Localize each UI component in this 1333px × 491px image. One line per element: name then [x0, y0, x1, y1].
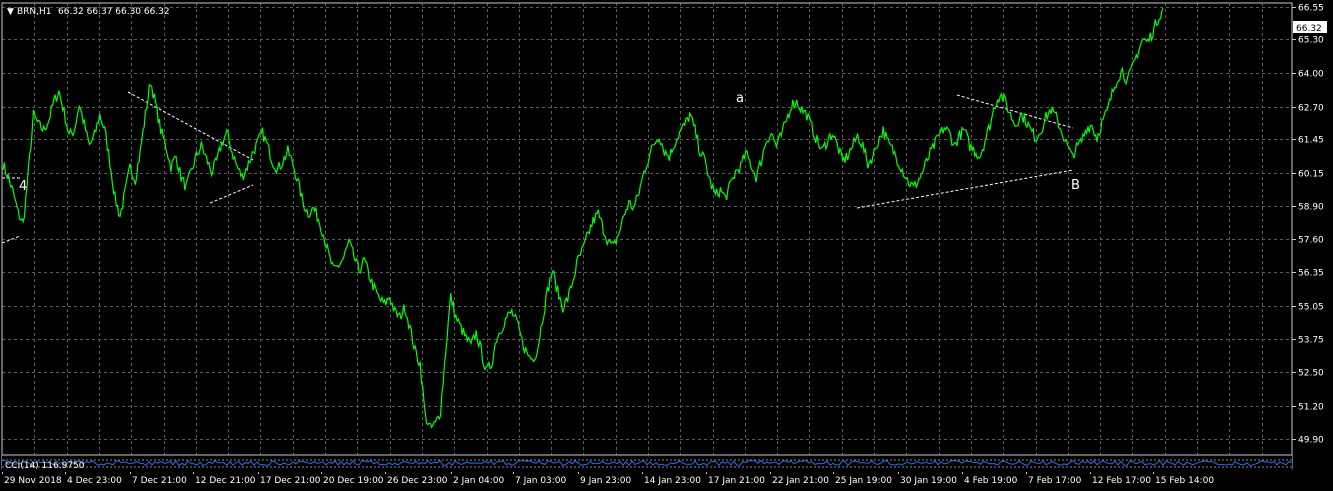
wave-label-a: a	[736, 91, 744, 106]
y-tick-label: 60.15	[1298, 170, 1324, 180]
y-tick-label: 62.70	[1298, 104, 1324, 114]
wave-label-4: 4	[19, 179, 27, 194]
triangle-upper-line-left	[127, 91, 254, 161]
triangle-lower-line-right	[856, 169, 1074, 209]
x-tick-label: 7 Dec 21:00	[132, 476, 187, 486]
symbol-label: BRN,H1	[17, 7, 52, 17]
x-tick-label: 9 Jan 23:00	[580, 476, 632, 486]
x-tick-label: 20 Dec 19:00	[323, 476, 384, 486]
x-tick-label: 14 Jan 23:00	[644, 476, 701, 486]
x-tick-label: 2 Jan 04:00	[453, 476, 505, 486]
x-tick-label: 17 Jan 21:00	[708, 476, 765, 486]
y-tick-label: 65.30	[1298, 36, 1324, 46]
x-tick-label: 4 Feb 19:00	[964, 476, 1018, 486]
y-tick-label: 64.00	[1298, 70, 1324, 80]
triangle-lower-line-left	[209, 184, 254, 204]
y-tick-label: 56.35	[1298, 269, 1324, 279]
y-tick-label: 52.50	[1298, 369, 1324, 379]
x-tick-label: 7 Feb 17:00	[1028, 476, 1082, 486]
x-tick-label: 17 Dec 21:00	[260, 476, 321, 486]
symbol-dropdown-icon[interactable]: ▼	[7, 7, 14, 17]
y-tick-label: 61.45	[1298, 136, 1324, 146]
x-tick-label: 7 Jan 03:00	[515, 476, 567, 486]
price-chart[interactable]: 66.55 65.30 64.00 62.70 61.45 60.15 58.90 57.60…	[0, 0, 1333, 491]
y-tick-label: 55.05	[1298, 303, 1324, 313]
indicator-label: CCI(14) 116.9750	[5, 461, 85, 471]
y-tick-label: 53.75	[1298, 336, 1324, 346]
x-tick-label: 15 Feb 14:00	[1155, 476, 1214, 486]
grid	[2, 3, 1292, 455]
x-tick-label: 30 Jan 19:00	[900, 476, 957, 486]
y-tick-label: 66.55	[1298, 4, 1324, 14]
wave-label-b: B	[1071, 178, 1080, 193]
x-tick-label: 25 Jan 19:00	[835, 476, 892, 486]
x-tick-label: 22 Jan 21:00	[772, 476, 829, 486]
current-price-badge-text: 66.32	[1296, 24, 1322, 34]
x-tick-label: 4 Dec 23:00	[67, 476, 122, 486]
axes: 66.55 65.30 64.00 62.70 61.45 60.15 58.90 57.60…	[1, 2, 1324, 486]
y-tick-label: 58.90	[1298, 203, 1324, 213]
y-tick-label: 51.20	[1298, 403, 1324, 413]
x-tick-label: 26 Dec 23:00	[387, 476, 448, 486]
trendlines	[1, 91, 1074, 244]
chart-frame	[1, 2, 1293, 470]
ohlc-values: 66.32 66.37 66.30 66.32	[58, 7, 170, 17]
triangle-upper-line-right	[956, 94, 1074, 129]
y-tick-label: 57.60	[1298, 236, 1324, 246]
y-tick-label: 49.90	[1298, 436, 1324, 446]
x-tick-label: 29 Nov 2018	[4, 476, 62, 486]
x-tick-label: 12 Dec 21:00	[195, 476, 256, 486]
x-tick-label: 12 Feb 17:00	[1092, 476, 1151, 486]
